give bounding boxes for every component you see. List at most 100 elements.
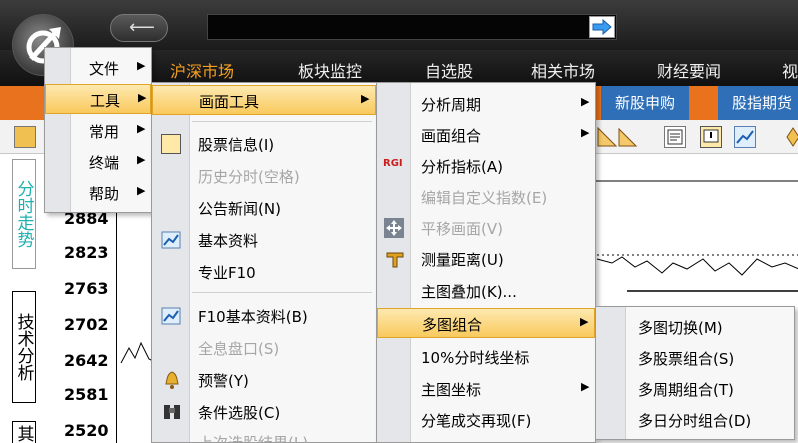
sidebar-tab-technical[interactable]: 技术分析 bbox=[12, 291, 36, 403]
menubar-item-watchlist[interactable]: 自选股 bbox=[425, 58, 473, 82]
menu-item-history-intraday[interactable]: 历史分时(空格) bbox=[152, 161, 376, 191]
menu-item-analysis-indicator[interactable]: RGI 分析指标(A) bbox=[377, 151, 595, 181]
menu-item-label: 多股票组合(S) bbox=[638, 350, 735, 368]
menu-item-label: 工具 bbox=[90, 92, 121, 110]
menu-item-label: 分析周期 bbox=[421, 96, 482, 114]
menubar-item-finance-news[interactable]: 财经要闻 bbox=[657, 58, 721, 82]
measure-icon bbox=[385, 249, 405, 269]
submenu-arrow-icon: ▶ bbox=[581, 380, 590, 393]
menubar-item-hs-market[interactable]: 沪深市场 bbox=[170, 58, 234, 82]
price-line bbox=[596, 256, 798, 276]
menu-item-pan-screen[interactable]: 平移画面(V) bbox=[377, 213, 595, 243]
info-icon[interactable] bbox=[700, 126, 722, 148]
menu-item-measure-distance[interactable]: 测量距离(U) bbox=[377, 244, 595, 274]
menubar-item-related-market[interactable]: 相关市场 bbox=[531, 58, 595, 82]
f10-chart-icon[interactable] bbox=[734, 126, 756, 148]
menubar-item-sector-monitor[interactable]: 板块监控 bbox=[298, 58, 362, 82]
menu-separator bbox=[192, 292, 372, 293]
menu-item-multi-day-intraday[interactable]: 多日分时组合(D) bbox=[596, 405, 794, 435]
menu-item-10pct-axis[interactable]: 10%分时线坐标 bbox=[377, 342, 595, 372]
bell-icon bbox=[163, 370, 183, 390]
menu-item-label: 全息盘口(S) bbox=[198, 340, 280, 358]
menu-item-label: 多周期组合(T) bbox=[638, 381, 734, 399]
menu-item-tick-replay[interactable]: 分笔成交再现(F) bbox=[377, 405, 595, 435]
ruler-icon[interactable] bbox=[596, 126, 618, 148]
menu-item-multi-chart[interactable]: 多图组合 ▶ bbox=[377, 308, 595, 338]
menu-item-main-axis[interactable]: 主图坐标 ▶ bbox=[377, 374, 595, 404]
submenu-arrow-icon: ▶ bbox=[581, 126, 590, 139]
price-label: 2823 bbox=[64, 243, 109, 262]
menu-item-label: 多日分时组合(D) bbox=[638, 412, 752, 430]
price-label: 2520 bbox=[64, 421, 109, 440]
menu-item-full-orderbook[interactable]: 全息盘口(S) bbox=[152, 333, 376, 363]
menu-item-label: 文件 bbox=[89, 60, 120, 78]
menu-item-label: 预警(Y) bbox=[198, 372, 249, 390]
tab-index-futures[interactable]: 股指期货 bbox=[718, 86, 798, 120]
menu-item-edit-custom-index[interactable]: 编辑自定义指数(E) bbox=[377, 182, 595, 212]
address-input[interactable] bbox=[207, 14, 617, 40]
menu-item-stock-screener[interactable]: 条件选股(C) bbox=[152, 397, 376, 427]
submenu-arrow-icon: ▶ bbox=[137, 153, 146, 166]
menu-item-label: 主图叠加(K)... bbox=[421, 283, 517, 301]
menu-item-screen-layout[interactable]: 画面组合 ▶ bbox=[377, 120, 595, 150]
menu-item-pro-f10[interactable]: 专业F10 bbox=[152, 257, 376, 287]
menu-item-label: 常用 bbox=[89, 123, 120, 141]
menu-item-tools[interactable]: 工具 ▶ bbox=[45, 84, 151, 114]
menu-item-label: 测量距离(U) bbox=[421, 251, 504, 269]
menu-item-label: 上次选股结果(L) bbox=[198, 434, 309, 443]
diamond-icon[interactable] bbox=[786, 126, 798, 148]
back-button[interactable]: ⟵ bbox=[110, 14, 168, 42]
price-label: 2702 bbox=[64, 315, 109, 334]
menubar-item-view[interactable]: 视 bbox=[782, 58, 798, 82]
menu-item-common[interactable]: 常用 ▶ bbox=[45, 116, 151, 146]
menu-item-alert[interactable]: 预警(Y) bbox=[152, 365, 376, 395]
menu-item-label: 基本资料 bbox=[198, 232, 259, 250]
menu-item-multi-stock[interactable]: 多股票组合(S) bbox=[596, 343, 794, 373]
rgi-icon: RGI bbox=[383, 158, 403, 169]
menu-item-label: 历史分时(空格) bbox=[198, 168, 300, 186]
menu-item-main-overlay[interactable]: 主图叠加(K)... bbox=[377, 276, 595, 306]
menu-item-terminal[interactable]: 终端 ▶ bbox=[45, 147, 151, 177]
diamond-shape bbox=[786, 127, 798, 147]
menu-item-label: 画面组合 bbox=[421, 127, 482, 145]
menu-item-multi-period[interactable]: 多周期组合(T) bbox=[596, 374, 794, 404]
submenu-arrow-icon: ▶ bbox=[361, 92, 370, 105]
triangle-ruler-icon[interactable] bbox=[616, 126, 638, 148]
menu-item-screen-tools[interactable]: 画面工具 ▶ bbox=[152, 85, 376, 115]
back-arrow-icon: ⟵ bbox=[129, 17, 155, 38]
sidebar-tab-intraday[interactable]: 分时走势 bbox=[12, 159, 36, 269]
menu-item-label: 编辑自定义指数(E) bbox=[421, 189, 548, 207]
go-button[interactable] bbox=[589, 16, 615, 38]
menu-item-label: 多图组合 bbox=[422, 316, 483, 334]
folder-icon[interactable] bbox=[14, 126, 36, 148]
menu-item-stock-info[interactable]: 股票信息(I) bbox=[152, 129, 376, 159]
triangle-ruler-shape bbox=[618, 127, 638, 147]
report-shape bbox=[667, 129, 683, 145]
menu-item-label: 10%分时线坐标 bbox=[421, 349, 530, 367]
menu-item-analysis-period[interactable]: 分析周期 ▶ bbox=[377, 89, 595, 119]
tab-ipo-subscribe[interactable]: 新股申购 bbox=[601, 86, 690, 120]
report-icon[interactable] bbox=[664, 126, 686, 148]
menu-item-file[interactable]: 文件 ▶ bbox=[45, 53, 151, 83]
price-label: 2642 bbox=[64, 351, 109, 370]
menu-item-last-screen-result[interactable]: 上次选股结果(L) bbox=[152, 427, 376, 443]
menu-item-announcements[interactable]: 公告新闻(N) bbox=[152, 193, 376, 223]
menu-item-label: 分析指标(A) bbox=[421, 158, 503, 176]
submenu-arrow-icon: ▶ bbox=[137, 184, 146, 197]
submenu-arrow-icon: ▶ bbox=[580, 315, 589, 328]
ruler-shape bbox=[597, 126, 618, 147]
menu-item-label: F10基本资料(B) bbox=[198, 308, 308, 326]
menu-item-label: 平移画面(V) bbox=[421, 220, 503, 238]
title-bar: ⟵ bbox=[0, 0, 798, 50]
menu-item-basic-info[interactable]: 基本资料 bbox=[152, 225, 376, 255]
menu-item-f10-basic[interactable]: F10基本资料(B) bbox=[152, 301, 376, 331]
menu-item-label: 条件选股(C) bbox=[198, 404, 281, 422]
price-label: 2581 bbox=[64, 385, 109, 404]
sidebar-tab-other[interactable]: 其 bbox=[12, 421, 36, 443]
menu-item-label: 公告新闻(N) bbox=[198, 200, 281, 218]
menu-item-label: 分笔成交再现(F) bbox=[421, 412, 532, 430]
submenu-arrow-icon: ▶ bbox=[137, 122, 146, 135]
menu-item-label: 专业F10 bbox=[198, 264, 256, 282]
menu-item-multi-switch[interactable]: 多图切换(M) bbox=[596, 312, 794, 342]
menu-item-help[interactable]: 帮助 ▶ bbox=[45, 178, 151, 208]
